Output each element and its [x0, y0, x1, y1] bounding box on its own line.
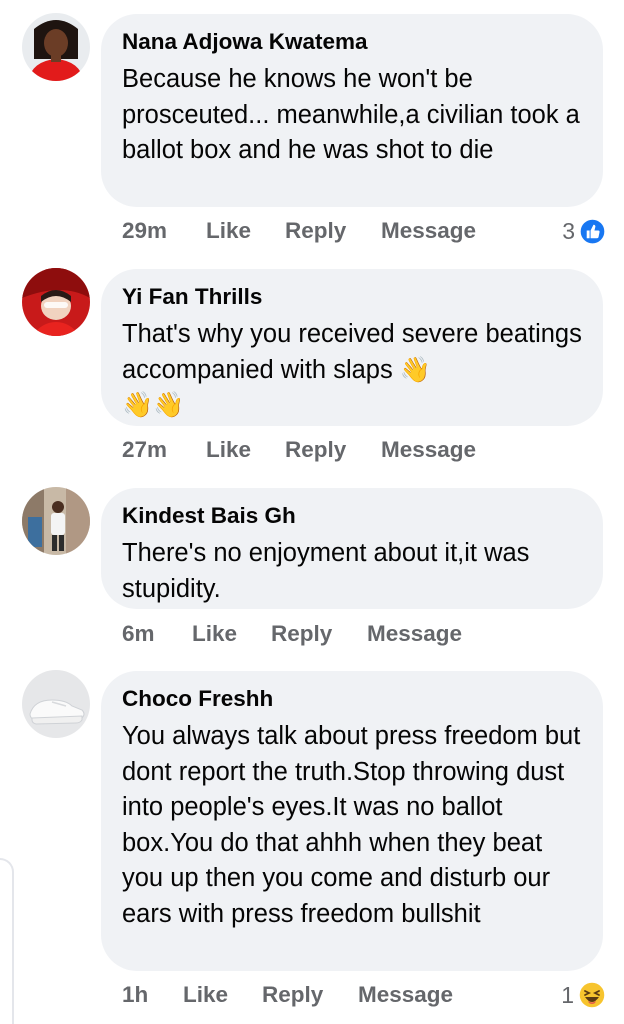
comment-actions: 6m Like Reply Message: [122, 619, 606, 649]
comment-text: There's no enjoyment about it,it was stu…: [122, 539, 530, 603]
reply-button[interactable]: Reply: [271, 619, 332, 649]
message-button[interactable]: Message: [367, 619, 462, 649]
like-button[interactable]: Like: [206, 435, 251, 465]
message-button[interactable]: Message: [381, 435, 476, 465]
reply-thread-line: [0, 858, 14, 1024]
avatar-image: [22, 268, 90, 336]
comment-actions: 1h Like Reply Message 1: [122, 980, 606, 1010]
comment-bubble: Choco Freshh You always talk about press…: [101, 671, 603, 971]
like-button[interactable]: Like: [183, 980, 228, 1010]
like-button[interactable]: Like: [192, 619, 237, 649]
comment-time[interactable]: 29m: [122, 216, 167, 246]
comment-bubble: Nana Adjowa Kwatema Because he knows he …: [101, 14, 603, 207]
avatar[interactable]: [22, 487, 90, 555]
comment-author[interactable]: Nana Adjowa Kwatema: [122, 28, 583, 56]
waving-hand-emoji: 👋👋: [122, 391, 185, 419]
comment-text: Because he knows he won't be prosceuted.…: [122, 65, 580, 164]
comment-time[interactable]: 6m: [122, 619, 155, 649]
comment-time[interactable]: 27m: [122, 435, 167, 465]
avatar-image: [22, 670, 90, 738]
comment-actions: 27m Like Reply Message: [122, 435, 606, 465]
comment-author[interactable]: Yi Fan Thrills: [122, 283, 583, 311]
message-button[interactable]: Message: [358, 980, 453, 1010]
avatar[interactable]: [22, 268, 90, 336]
thumbs-up-icon: [579, 217, 606, 245]
avatar-image: [22, 13, 90, 81]
avatar-image: [22, 487, 90, 555]
reply-button[interactable]: Reply: [285, 435, 346, 465]
comment-author[interactable]: Choco Freshh: [122, 685, 583, 713]
like-button[interactable]: Like: [206, 216, 251, 246]
reply-button[interactable]: Reply: [262, 980, 323, 1010]
reaction-count: 1: [561, 981, 574, 1008]
comment-text: You always talk about press freedom but …: [122, 722, 581, 928]
avatar[interactable]: [22, 670, 90, 738]
comment-bubble: Kindest Bais Gh There's no enjoyment abo…: [101, 488, 603, 609]
laughing-emoji-icon: [578, 981, 606, 1009]
comment-bubble: Yi Fan Thrills That's why you received s…: [101, 269, 603, 426]
message-button[interactable]: Message: [381, 216, 476, 246]
comment-time[interactable]: 1h: [122, 980, 148, 1010]
comment-text: That's why you received severe beatings …: [122, 317, 583, 424]
reply-button[interactable]: Reply: [285, 216, 346, 246]
waving-hand-emoji: 👋: [399, 355, 431, 384]
comment-author[interactable]: Kindest Bais Gh: [122, 502, 583, 530]
comment-actions: 29m Like Reply Message 3: [122, 216, 606, 246]
reaction-summary[interactable]: 1: [561, 980, 606, 1010]
comment-text-body: That's why you received severe beatings …: [122, 320, 582, 384]
reaction-summary[interactable]: 3: [562, 216, 606, 246]
avatar[interactable]: [22, 13, 90, 81]
reaction-count: 3: [562, 217, 575, 244]
comments-list: Nana Adjowa Kwatema Because he knows he …: [0, 0, 624, 1024]
